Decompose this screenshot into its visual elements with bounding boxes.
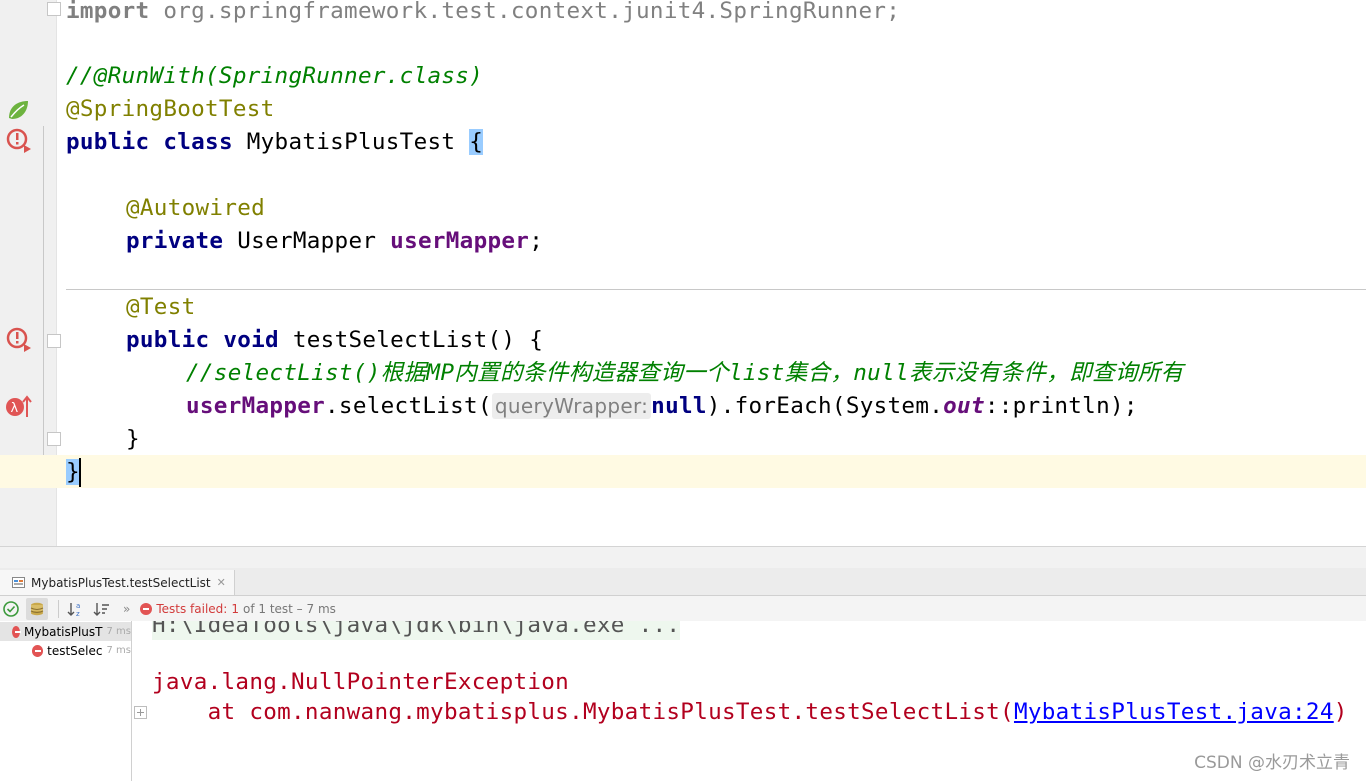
- method-call: .selectList(: [325, 393, 492, 419]
- status-label: Tests failed:: [156, 601, 228, 616]
- code-line-method-signature: public void testSelectList() {: [126, 324, 543, 357]
- check-circle-icon: [3, 600, 19, 617]
- semicolon: ;: [529, 228, 544, 254]
- type-name: UserMapper: [223, 228, 391, 254]
- watermark: CSDN @水刃术立青: [1194, 753, 1350, 773]
- annotation: @Autowired: [126, 195, 266, 221]
- parameter-hint: queryWrapper:: [491, 393, 652, 419]
- show-passed-button[interactable]: [0, 598, 22, 620]
- field-name: userMapper: [390, 228, 530, 254]
- tree-item-test-method[interactable]: testSelec 7 ms: [32, 641, 131, 660]
- test-failed-icon: [32, 644, 44, 657]
- test-duration: 7 ms: [106, 626, 132, 637]
- code-line-import: import org.springframework.test.context.…: [66, 0, 900, 28]
- current-line-highlight: [0, 455, 1366, 488]
- svg-text:λ: λ: [11, 401, 19, 416]
- gutter-fold-line: [43, 126, 44, 487]
- test-class-label: MybatisPlusT: [24, 624, 103, 639]
- stack-frame-close: ): [1333, 699, 1348, 725]
- lambda-icon[interactable]: λ: [4, 393, 32, 421]
- field-name: userMapper: [186, 393, 326, 419]
- code-line-field: private UserMapper userMapper;: [126, 225, 543, 258]
- source-link[interactable]: MybatisPlusTest.java:24: [1014, 699, 1334, 725]
- run-test-failed-icon[interactable]: [4, 326, 32, 354]
- test-duration: 7 ms: [106, 645, 132, 656]
- status-detail: of 1 test – 7 ms: [242, 601, 336, 616]
- keyword: public: [126, 327, 210, 353]
- code-line-chinese-comment: //selectList()根据MP内置的条件构造器查询一个list集合，nul…: [186, 357, 1184, 390]
- keyword: public: [66, 129, 150, 155]
- test-failed-icon: [12, 625, 22, 638]
- matched-brace: {: [469, 129, 484, 155]
- database-icon: [30, 602, 44, 615]
- close-icon[interactable]: ✕: [217, 576, 226, 589]
- fold-marker[interactable]: [47, 432, 61, 446]
- keyword: import: [66, 0, 150, 24]
- expand-stacktrace-icon[interactable]: [134, 706, 147, 719]
- sort-alpha-icon: az: [67, 602, 80, 617]
- sort-by-duration-button[interactable]: [91, 598, 113, 620]
- svg-text:a: a: [76, 602, 80, 610]
- code-line-select-call: userMapper.selectList(queryWrapper: null)…: [186, 390, 1138, 423]
- matched-brace: }: [66, 459, 80, 485]
- method-separator: [66, 289, 1366, 290]
- comment: //@RunWith(SpringRunner.class): [66, 63, 484, 89]
- static-field: out: [943, 393, 985, 419]
- code-line-springboot-annotation: @SpringBootTest: [66, 93, 275, 126]
- class-name: MybatisPlusTest: [232, 129, 470, 155]
- test-method-label: testSelec: [47, 643, 103, 658]
- show-ignored-button[interactable]: [26, 597, 48, 620]
- comment: //selectList()根据MP内置的条件构造器查询一个list集合，nul…: [186, 360, 1184, 386]
- run-tab-bar: MybatisPlusTest.testSelectList ✕: [0, 568, 1366, 596]
- annotation: @SpringBootTest: [66, 96, 275, 122]
- console-stack-frame: at com.nanwang.mybatisplus.MybatisPlusTe…: [152, 697, 1348, 727]
- test-results-tree: MybatisPlusT 7 ms testSelec 7 ms: [0, 621, 132, 781]
- method-call: ).forEach(System.: [706, 393, 944, 419]
- stack-frame-text: at com.nanwang.mybatisplus.MybatisPlusTe…: [152, 699, 1014, 725]
- method-reference: ::println);: [984, 393, 1138, 419]
- keyword: void: [223, 327, 279, 353]
- annotation: @Test: [126, 294, 196, 320]
- code-line-runwith-comment: //@RunWith(SpringRunner.class): [66, 60, 483, 93]
- code-line-autowired: @Autowired: [126, 192, 265, 225]
- sort-duration-icon: [93, 602, 109, 616]
- method-signature: testSelectList() {: [278, 327, 544, 353]
- fold-marker[interactable]: [47, 2, 61, 16]
- run-tab-label: MybatisPlusTest.testSelectList: [31, 575, 211, 590]
- panel-splitter[interactable]: [0, 546, 1366, 569]
- code-line-test-annotation: @Test: [126, 291, 196, 324]
- failed-count: 1: [231, 601, 239, 616]
- test-runner-toolbar: az » Tests failed: 1 of 1 test – 7 ms: [0, 596, 1366, 621]
- import-path: org.springframework.test.context.junit4.…: [149, 0, 901, 24]
- svg-text:z: z: [76, 610, 80, 617]
- closing-brace: }: [126, 426, 140, 452]
- code-line-class-close: }: [66, 456, 80, 489]
- run-tab[interactable]: MybatisPlusTest.testSelectList ✕: [0, 570, 235, 595]
- code-line-method-close: }: [126, 423, 140, 456]
- fold-marker[interactable]: [47, 334, 61, 348]
- code-line-class-declaration: public class MybatisPlusTest {: [66, 126, 484, 159]
- toolbar-divider: [58, 599, 59, 618]
- run-config-icon: [12, 577, 25, 588]
- test-failed-icon: [140, 602, 153, 615]
- keyword: class: [163, 129, 233, 155]
- tree-item-test-class[interactable]: MybatisPlusT 7 ms: [0, 622, 131, 641]
- console-exception: java.lang.NullPointerException: [152, 669, 570, 695]
- more-actions-icon[interactable]: »: [123, 602, 130, 616]
- sort-alphabetically-button[interactable]: az: [65, 598, 87, 620]
- spring-leaf-icon[interactable]: [4, 96, 32, 124]
- text-caret: [79, 458, 81, 487]
- console-output[interactable]: H:\IdeaTools\java\jdk\bin\java.exe ... j…: [132, 621, 1366, 781]
- run-test-failed-icon[interactable]: [4, 127, 32, 155]
- console-command-line: H:\IdeaTools\java\jdk\bin\java.exe ...: [152, 621, 681, 640]
- test-status: Tests failed: 1 of 1 test – 7 ms: [140, 602, 336, 616]
- code-editor[interactable]: λ import org.springframework.test.contex…: [0, 0, 1366, 546]
- keyword: null: [651, 393, 707, 419]
- keyword: private: [126, 228, 224, 254]
